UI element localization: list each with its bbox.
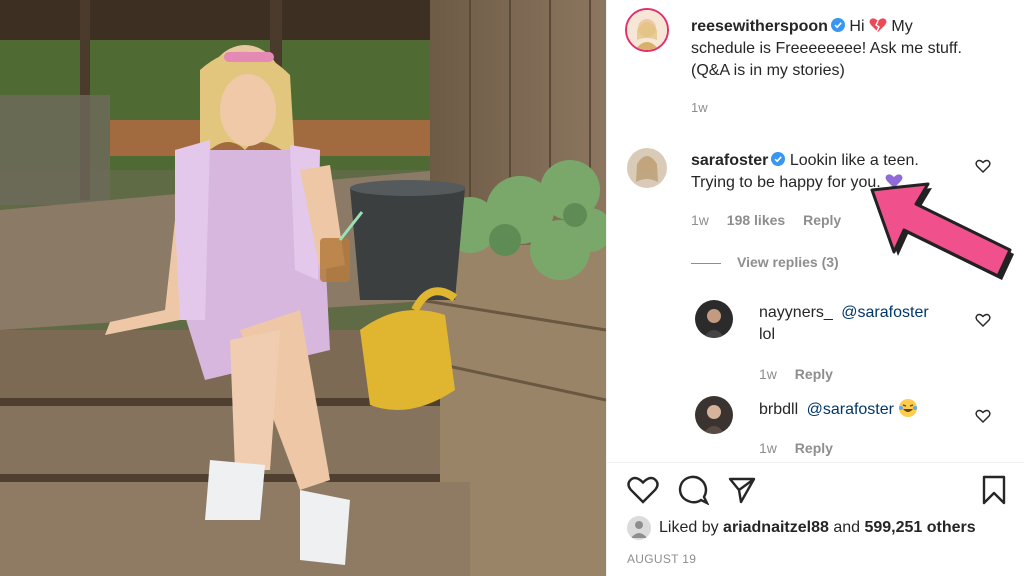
comment-likes[interactable]: 198 likes: [727, 212, 785, 228]
view-replies-label: View replies (3): [737, 254, 839, 270]
like-heart-icon[interactable]: [627, 475, 659, 505]
reply-text: nayyners_ @sarafoster lol: [759, 302, 979, 346]
commenter-avatar-image: [627, 148, 667, 188]
liked-by-text: Liked by ariadnaitzel88 and 599,251 othe…: [659, 518, 976, 538]
reply-mention[interactable]: @sarafoster: [841, 304, 928, 321]
caption-text-my: My: [891, 18, 913, 35]
reply-like-heart-icon[interactable]: [975, 408, 991, 424]
comment-icon[interactable]: [677, 475, 709, 505]
action-bar-divider: [607, 462, 1024, 463]
caption-time: 1w: [691, 100, 708, 115]
comment-like-heart-icon[interactable]: [975, 158, 991, 174]
liked-by-avatar[interactable]: [627, 516, 651, 540]
commenter-avatar[interactable]: [627, 148, 667, 188]
pink-arrow-annotation: [870, 182, 1014, 280]
reply-reply-button[interactable]: Reply: [795, 366, 833, 382]
verified-icon: [830, 18, 845, 32]
reply-avatar[interactable]: [695, 396, 733, 434]
reply-text: brbdll @sarafoster: [759, 398, 979, 421]
comment-meta: 1w 198 likes Reply: [691, 212, 841, 228]
poster-avatar-image: [627, 10, 667, 50]
reply-reply-button[interactable]: Reply: [795, 440, 833, 456]
verified-icon: [771, 152, 786, 166]
poster-avatar[interactable]: [625, 8, 669, 52]
comment-username[interactable]: sarafoster: [691, 152, 768, 169]
caption-text-start: Hi: [849, 18, 865, 35]
reply-avatar-image: [695, 300, 733, 338]
view-replies[interactable]: View replies (3): [691, 254, 839, 270]
user-silhouette-icon: [631, 521, 647, 538]
reply-avatar-image: [695, 396, 733, 434]
liked-by-and: and: [833, 519, 861, 536]
post-photo[interactable]: [0, 0, 606, 576]
reply-username[interactable]: brbdll: [759, 401, 798, 418]
reply-mention[interactable]: @sarafoster: [807, 401, 894, 418]
liked-by-user[interactable]: ariadnaitzel88: [723, 519, 829, 536]
comment-reply-button[interactable]: Reply: [803, 212, 841, 228]
reply-username[interactable]: nayyners_: [759, 304, 833, 321]
share-icon[interactable]: [727, 475, 757, 505]
save-bookmark-icon[interactable]: [981, 474, 1007, 506]
liked-by-prefix: Liked by: [659, 519, 719, 536]
caption-line-2: schedule is Freeeeeeee! Ask me stuff.: [691, 40, 962, 57]
caption-username[interactable]: reesewitherspoon: [691, 18, 828, 35]
post-date: AUGUST 19: [627, 552, 697, 566]
liked-by-count[interactable]: 599,251 others: [864, 519, 975, 536]
comment-text-line-2: Trying to be happy for you.: [691, 174, 881, 191]
broken-heart-icon: [869, 18, 887, 32]
reply-meta: 1w Reply: [759, 440, 833, 456]
caption-line-3: (Q&A is in my stories): [691, 62, 845, 79]
laughing-emoji-icon: [899, 399, 918, 417]
reply-body: lol: [759, 326, 776, 343]
post-photo-image: [0, 0, 606, 576]
comment-text-line-1: Lookin like a teen.: [789, 152, 919, 169]
comment-time: 1w: [691, 212, 709, 228]
reply-like-heart-icon[interactable]: [975, 312, 991, 328]
reply-time: 1w: [759, 440, 777, 456]
reply-time: 1w: [759, 366, 777, 382]
reply-avatar[interactable]: [695, 300, 733, 338]
reply-meta: 1w Reply: [759, 366, 833, 382]
view-replies-line: [691, 262, 721, 264]
caption: reesewitherspoon Hi My schedule is Freee…: [691, 16, 1011, 82]
